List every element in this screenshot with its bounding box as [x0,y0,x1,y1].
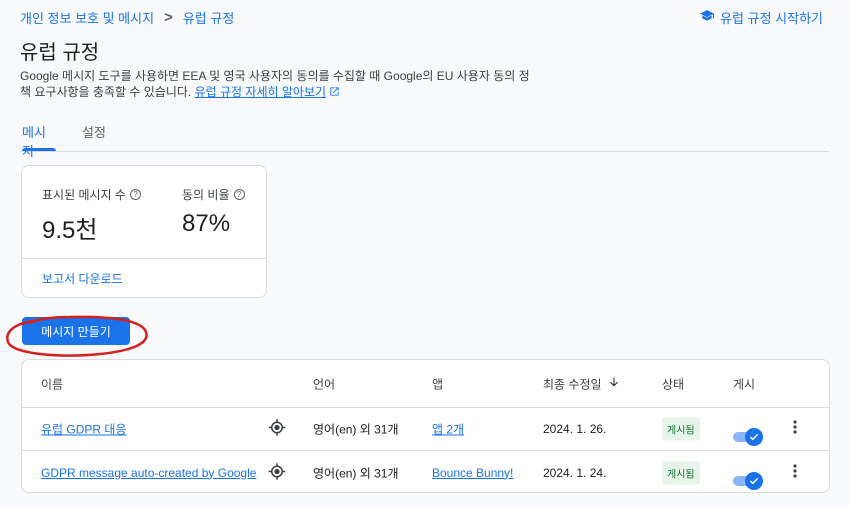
stats-card: 표시된 메시지 수 ? 9.5천 동의 비율 ? 87% 보고서 다운로드 [21,165,267,298]
check-icon [745,471,763,490]
shown-messages-label-group: 표시된 메시지 수 ? [42,186,141,203]
tab-bar: 메시지 설정 [20,118,829,159]
header-status[interactable]: 상태 [662,375,684,392]
messages-table: 이름 언어 앱 최종 수정일 상태 게시 유럽 GDPR 대응 영어(en) 외… [21,359,830,493]
message-app-link[interactable]: Bounce Bunny! [432,466,513,480]
card-divider [22,258,266,259]
learn-more-link[interactable]: 유럽 규정 자세히 알아보기 [195,85,326,99]
consent-rate-label-group: 동의 비율 ? [182,186,245,203]
breadcrumb: 개인 정보 보호 및 메시지 > 유럽 규정 [20,8,234,27]
start-guide-link[interactable]: 유럽 규정 시작하기 [700,8,823,27]
my-location-icon[interactable] [268,419,286,440]
start-guide-label: 유럽 규정 시작하기 [720,11,823,26]
check-icon [745,428,763,446]
status-badge: 게시됨 [662,461,700,484]
header-publish[interactable]: 게시 [733,375,755,392]
message-language: 영어(en) 외 31개 [313,466,399,480]
open-in-new-icon [329,85,340,99]
table-header: 이름 언어 앱 최종 수정일 상태 게시 [22,360,829,408]
header-modified[interactable]: 최종 수정일 [543,375,620,392]
tab-messages[interactable]: 메시지 [22,122,56,159]
message-app-link[interactable]: 앱 2개 [432,421,464,438]
message-language: 영어(en) 외 31개 [313,422,399,437]
message-name-link[interactable]: GDPR message auto-created by Google [41,466,256,480]
page-title: 유럽 규정 [20,42,100,64]
header-name[interactable]: 이름 [41,375,63,392]
my-location-icon[interactable] [268,462,286,483]
message-modified: 2024. 1. 26. [543,422,607,436]
breadcrumb-current[interactable]: 유럽 규정 [183,8,234,27]
consent-rate-value: 87% [182,210,231,237]
table-row: 유럽 GDPR 대응 영어(en) 외 31개 앱 2개 2024. 1. 26… [22,408,829,451]
tab-settings[interactable]: 설정 [82,122,106,151]
more-vert-icon[interactable] [793,463,797,482]
create-message-button[interactable]: 메시지 만들기 [22,317,130,345]
header-modified-label: 최종 수정일 [543,377,602,391]
help-circle-icon[interactable]: ? [233,189,245,200]
status-badge: 게시됨 [662,417,700,441]
shown-messages-label: 표시된 메시지 수 [42,188,126,202]
school-icon [700,10,715,25]
message-modified: 2024. 1. 24. [543,465,607,480]
table-row: GDPR message auto-created by Google 영어(e… [22,451,829,492]
shown-messages-value: 9.5천 [42,217,98,244]
page-description: Google 메시지 도구를 사용하면 EEA 및 영국 사용자의 동의를 수집… [20,68,530,100]
arrow-down-icon [608,376,620,392]
breadcrumb-separator: > [164,9,173,26]
consent-rate-label: 동의 비율 [182,188,230,202]
breadcrumb-parent-link[interactable]: 개인 정보 보호 및 메시지 [20,8,154,27]
download-report-link[interactable]: 보고서 다운로드 [42,270,123,287]
message-name-link[interactable]: 유럽 GDPR 대응 [41,421,127,438]
help-circle-icon[interactable]: ? [129,189,141,200]
header-language[interactable]: 언어 [313,375,335,392]
more-vert-icon[interactable] [793,420,797,438]
header-app[interactable]: 앱 [432,375,443,392]
